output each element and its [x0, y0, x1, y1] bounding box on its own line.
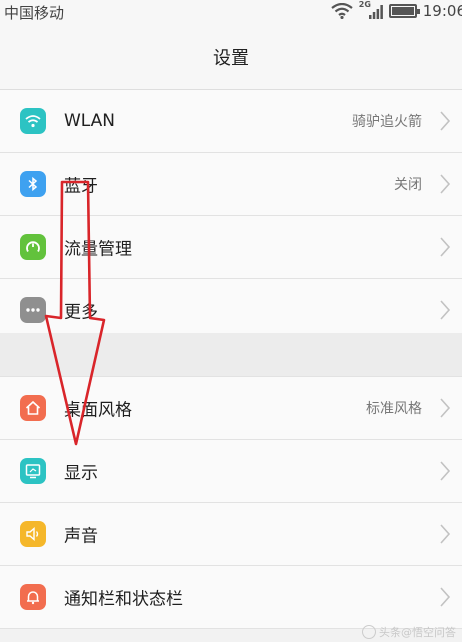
bluetooth-icon: [20, 171, 46, 197]
more-icon: [20, 297, 46, 323]
settings-item-notification-bar[interactable]: 通知栏和状态栏: [0, 566, 462, 629]
watermark-text: 头条@悟空问答: [379, 626, 456, 639]
settings-item-wlan[interactable]: WLAN 骑驴追火箭: [0, 90, 462, 153]
chevron-right-icon: [440, 174, 451, 194]
clock-label: 19:06: [422, 2, 462, 20]
settings-item-label: 蓝牙: [64, 176, 98, 197]
speaker-icon: [20, 521, 46, 547]
settings-item-data-usage[interactable]: 流量管理: [0, 216, 462, 279]
settings-item-home-style[interactable]: 桌面风格 标准风格: [0, 377, 462, 440]
settings-item-label: 更多: [64, 302, 98, 323]
page-title: 设置: [0, 26, 462, 90]
chevron-right-icon: [440, 398, 451, 418]
cell-signal-icon: 2G: [359, 0, 383, 19]
settings-item-value: 骑驴追火箭: [352, 114, 422, 130]
chevron-right-icon: [440, 111, 451, 131]
bell-icon: [20, 584, 46, 610]
settings-item-label: WLAN: [64, 111, 116, 131]
settings-group-network: WLAN 骑驴追火箭 蓝牙 关闭 流量管理 更多: [0, 90, 462, 342]
chevron-right-icon: [440, 587, 451, 607]
settings-item-label: 流量管理: [64, 239, 132, 260]
settings-group-display: 桌面风格 标准风格 显示 声音 通知栏和状态栏: [0, 377, 462, 629]
settings-item-label: 桌面风格: [64, 400, 132, 421]
chevron-right-icon: [440, 300, 451, 320]
settings-item-value: 标准风格: [366, 401, 422, 417]
display-icon: [20, 458, 46, 484]
settings-item-bluetooth[interactable]: 蓝牙 关闭: [0, 153, 462, 216]
status-bar: 中国移动 2G 19:06: [0, 0, 462, 26]
carrier-label: 中国移动: [4, 4, 65, 22]
watermark-logo-icon: [362, 625, 376, 639]
home-icon: [20, 395, 46, 421]
chevron-right-icon: [440, 524, 451, 544]
settings-item-sound[interactable]: 声音: [0, 503, 462, 566]
settings-item-label: 显示: [64, 463, 98, 484]
settings-item-label: 声音: [64, 526, 98, 547]
gauge-icon: [20, 234, 46, 260]
battery-icon: [388, 4, 420, 18]
status-icons: 2G 19:06: [331, 0, 462, 20]
chevron-right-icon: [440, 461, 451, 481]
chevron-right-icon: [440, 237, 451, 257]
settings-item-display[interactable]: 显示: [0, 440, 462, 503]
wifi-icon: [20, 108, 46, 134]
watermark: 头条@悟空问答: [362, 624, 456, 640]
settings-item-label: 通知栏和状态栏: [64, 589, 183, 610]
wifi-signal-icon: [331, 3, 353, 19]
section-divider: [0, 333, 462, 377]
settings-item-value: 关闭: [394, 177, 422, 193]
